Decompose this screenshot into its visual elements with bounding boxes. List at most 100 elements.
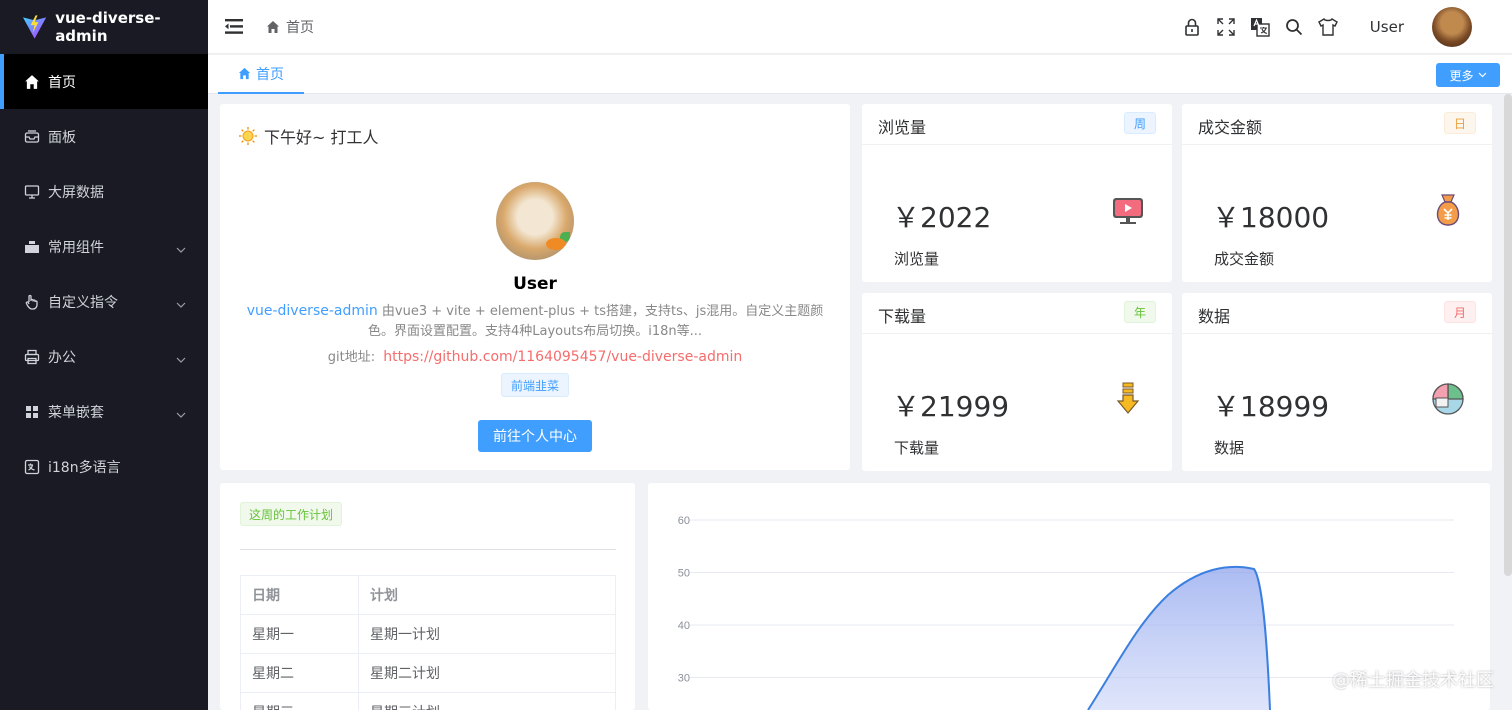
tab-home[interactable]: 首页 — [218, 55, 304, 94]
download-icon — [1116, 382, 1140, 414]
table-header-row: 日期 计划 — [240, 575, 616, 615]
sidebar-item-4[interactable]: 自定义指令 — [0, 274, 208, 329]
app-logo[interactable]: vue-diverse-admin — [0, 0, 208, 54]
tabs-bar: 首页 更多 — [208, 55, 1512, 94]
stat-card-data: 数据 月 ￥18999 数据 — [1182, 293, 1492, 471]
tab-home-label: 首页 — [256, 66, 284, 83]
translate-icon — [24, 459, 40, 475]
breadcrumb[interactable]: 首页 — [266, 17, 314, 37]
stat-period-tag: 年 — [1124, 301, 1156, 323]
greeting-text: 下午好~ 打工人 — [264, 128, 379, 147]
stat-value: ￥18999 — [1212, 390, 1330, 423]
y-tick-label: 60 — [678, 515, 690, 527]
fullscreen-icon[interactable] — [1216, 17, 1236, 37]
cell-plan: 星期一计划 — [358, 614, 616, 654]
home-icon — [238, 67, 251, 80]
printer-icon — [24, 349, 40, 365]
cell-date: 星期三 — [240, 692, 359, 710]
project-description: vue-diverse-admin 由vue3 + vite + element… — [234, 301, 836, 342]
vite-logo-icon — [22, 15, 47, 39]
greeting: 下午好~ 打工人 — [238, 124, 379, 148]
project-link[interactable]: vue-diverse-admin — [247, 303, 378, 319]
y-tick-label: 30 — [678, 673, 690, 685]
stat-subtitle: 数据 — [1214, 439, 1245, 457]
app-name: vue-diverse-admin — [55, 9, 161, 45]
watermark: @稀土掘金技术社区 — [1332, 670, 1494, 691]
stat-title: 浏览量 — [878, 118, 927, 137]
more-tabs-button[interactable]: 更多 — [1436, 63, 1500, 87]
user-avatar[interactable] — [1432, 7, 1472, 47]
sidebar-item-label: 办公 — [48, 349, 76, 366]
more-label: 更多 — [1449, 68, 1474, 83]
chevron-down-icon — [1478, 72, 1486, 78]
menu-toggle-icon[interactable] — [224, 17, 244, 37]
git-url-link[interactable]: https://github.com/1164095457/vue-divers… — [383, 349, 742, 365]
sidebar-item-3[interactable]: 常用组件 — [0, 219, 208, 274]
stat-card-views: 浏览量 周 ￥2022 浏览量 — [862, 104, 1172, 282]
cell-date: 星期二 — [240, 653, 359, 693]
monitor-icon — [24, 184, 40, 200]
stat-subtitle: 成交金额 — [1214, 250, 1275, 268]
lock-icon[interactable] — [1182, 17, 1202, 37]
header-user-name[interactable]: User — [1370, 18, 1404, 36]
stat-period-tag: 周 — [1124, 112, 1156, 134]
stat-period-tag: 月 — [1444, 301, 1476, 323]
area-series-fill — [1088, 566, 1270, 710]
cell-date: 星期一 — [240, 614, 359, 654]
sidebar-item-0[interactable]: 首页 — [0, 54, 208, 109]
cell-plan: 星期三计划 — [358, 692, 616, 710]
stat-card-amount: 成交金额 日 ￥18000 成交金额 — [1182, 104, 1492, 282]
stat-subtitle: 浏览量 — [894, 250, 940, 268]
grid-icon — [24, 404, 40, 420]
home-icon — [24, 74, 40, 90]
column-header-date: 日期 — [240, 575, 359, 615]
vertical-scrollbar[interactable] — [1504, 94, 1512, 576]
sidebar-item-label: 首页 — [48, 74, 76, 91]
stat-value: ￥2022 — [892, 201, 992, 234]
theme-shirt-icon[interactable] — [1317, 17, 1338, 37]
stat-period-tag: 日 — [1444, 112, 1476, 134]
sidebar-item-label: 常用组件 — [48, 239, 104, 256]
chevron-down-icon — [176, 296, 186, 312]
stat-title: 成交金额 — [1198, 118, 1263, 137]
y-tick-label: 50 — [678, 568, 690, 580]
search-icon[interactable] — [1284, 17, 1304, 37]
chevron-down-icon — [176, 241, 186, 257]
sidebar: vue-diverse-admin 首页面板大屏数据常用组件自定义指令办公菜单嵌… — [0, 0, 208, 710]
go-profile-button[interactable]: 前往个人中心 — [478, 420, 592, 452]
table-row: 星期二 星期二计划 — [240, 653, 616, 693]
sidebar-item-label: 菜单嵌套 — [48, 404, 104, 421]
table-row: 星期一 星期一计划 — [240, 614, 616, 654]
sun-icon — [239, 127, 257, 145]
sidebar-item-label: 大屏数据 — [48, 184, 104, 201]
translate-icon[interactable] — [1250, 17, 1270, 37]
profile-user-name: User — [513, 274, 557, 294]
sidebar-item-7[interactable]: i18n多语言 — [0, 439, 208, 494]
sidebar-item-1[interactable]: 面板 — [0, 109, 208, 164]
chevron-down-icon — [176, 406, 186, 422]
top-header: 首页 User — [208, 0, 1512, 54]
stat-value: ￥18000 — [1212, 201, 1330, 234]
profile-avatar — [496, 182, 574, 260]
sidebar-item-label: i18n多语言 — [48, 459, 121, 476]
sidebar-item-label: 面板 — [48, 129, 76, 146]
git-label: git地址: — [327, 350, 376, 365]
sidebar-item-2[interactable]: 大屏数据 — [0, 164, 208, 219]
home-icon — [267, 20, 279, 33]
tv-icon — [1113, 198, 1143, 224]
stat-subtitle: 下载量 — [894, 439, 940, 457]
stat-value: ￥21999 — [892, 390, 1010, 423]
sidebar-item-6[interactable]: 菜单嵌套 — [0, 384, 208, 439]
sidebar-item-label: 自定义指令 — [48, 294, 118, 311]
work-plan-table: 日期 计划 星期一星期一计划 星期二星期二计划 星期三星期三计划 — [240, 575, 616, 710]
column-header-plan: 计划 — [358, 575, 616, 615]
cell-plan: 星期二计划 — [358, 653, 616, 693]
money-bag-icon — [1436, 194, 1460, 226]
description-text: 由vue3 + vite + element-plus + ts搭建，支持ts、… — [367, 304, 824, 339]
chevron-down-icon — [176, 351, 186, 367]
table-row: 星期三星期三计划 — [240, 692, 616, 710]
sidebar-item-5[interactable]: 办公 — [0, 329, 208, 384]
work-plan-card: 这周的工作计划 日期 计划 星期一星期一计划 星期二星期二计划 星期三星期三计划 — [220, 483, 635, 710]
stat-card-downloads: 下载量 年 ￥21999 下载量 — [862, 293, 1172, 471]
pie-chart-icon — [1432, 383, 1464, 415]
